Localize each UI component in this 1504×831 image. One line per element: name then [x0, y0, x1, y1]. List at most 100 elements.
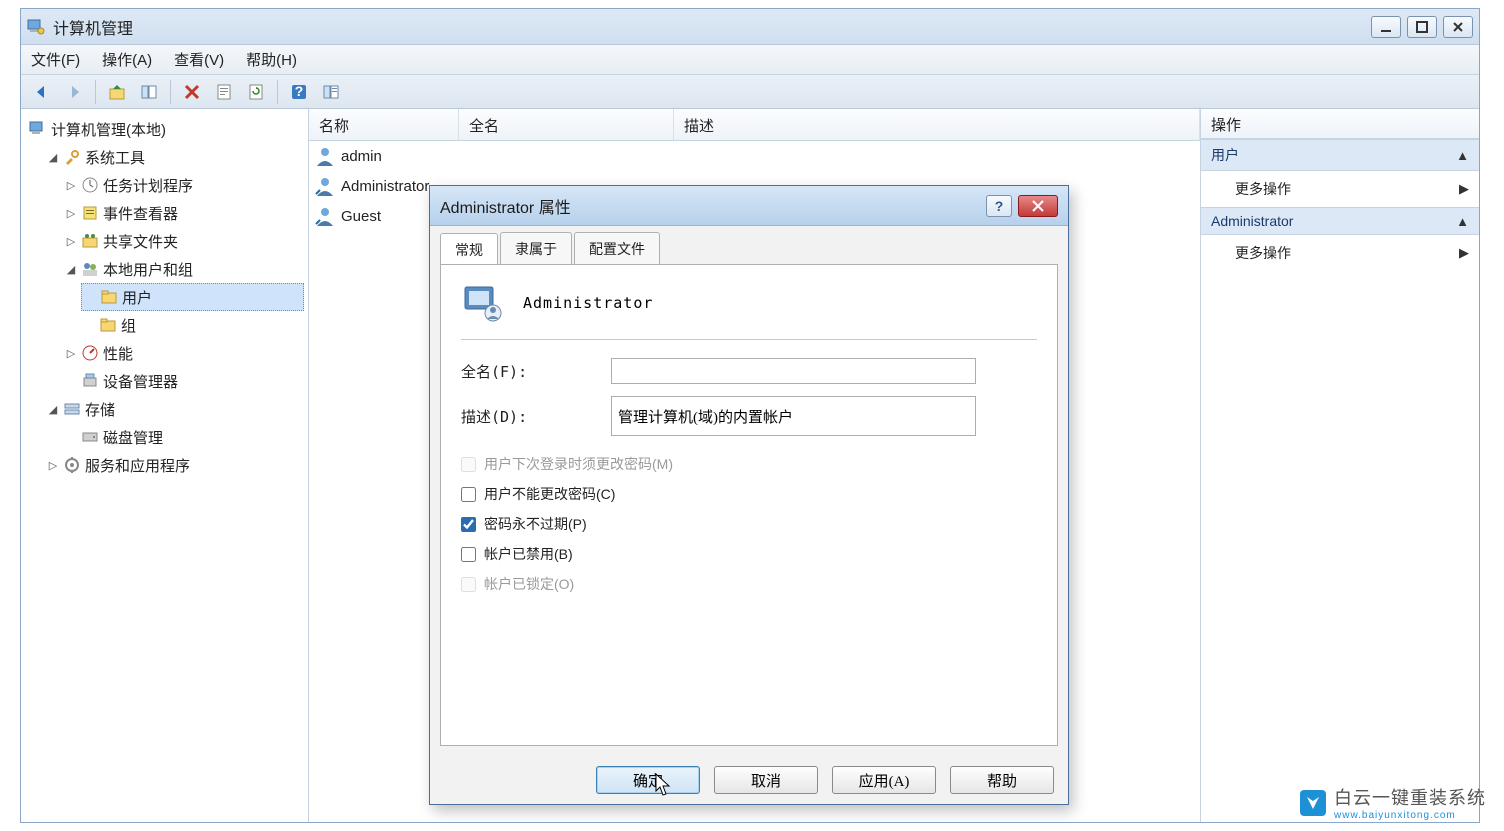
watermark-url: www.baiyunxitong.com [1334, 810, 1486, 821]
check-account-disabled[interactable]: 帐户已禁用(B) [461, 544, 1037, 564]
check-must-change-password: 用户下次登录时须更改密码(M) [461, 454, 1037, 474]
tree-performance[interactable]: ▷性能 [63, 339, 304, 367]
event-icon [81, 204, 99, 222]
col-fullname[interactable]: 全名 [459, 109, 674, 140]
folder-icon [100, 288, 118, 306]
tree-storage[interactable]: ◢存储 [45, 395, 304, 423]
user-large-icon [461, 281, 505, 325]
tab-profile[interactable]: 配置文件 [574, 232, 660, 264]
properties-button[interactable] [209, 78, 239, 106]
list-item[interactable]: admin [309, 141, 1200, 171]
storage-icon [63, 400, 81, 418]
collapse-icon: ▲ [1456, 148, 1469, 163]
up-button[interactable] [102, 78, 132, 106]
description-input[interactable] [611, 396, 976, 436]
history-back-hint [0, 26, 2, 56]
label-fullname: 全名(F): [461, 361, 611, 382]
device-icon [81, 372, 99, 390]
watermark-icon [1300, 790, 1326, 816]
users-icon [81, 260, 99, 278]
tab-memberof[interactable]: 隶属于 [500, 232, 572, 264]
help-button[interactable]: ? [284, 78, 314, 106]
dialog-close-button[interactable] [1018, 195, 1058, 217]
list-header: 名称 全名 描述 [309, 109, 1200, 141]
dialog-buttons: 确定 取消 应用(A) 帮助 [430, 756, 1068, 804]
user-icon [315, 176, 335, 196]
tree-root[interactable]: 计算机管理(本地) [27, 115, 304, 143]
export-list-button[interactable] [316, 78, 346, 106]
close-button[interactable] [1443, 16, 1473, 38]
check-cannot-change-password[interactable]: 用户不能更改密码(C) [461, 484, 1037, 504]
actions-more-administrator[interactable]: 更多操作▶ [1201, 235, 1479, 271]
user-icon [315, 146, 335, 166]
menu-file[interactable]: 文件(F) [31, 49, 80, 70]
delete-button[interactable] [177, 78, 207, 106]
col-desc[interactable]: 描述 [674, 109, 1200, 140]
chevron-right-icon: ▶ [1459, 245, 1469, 261]
actions-header: 操作 [1201, 109, 1479, 139]
col-name[interactable]: 名称 [309, 109, 459, 140]
menu-action[interactable]: 操作(A) [102, 49, 152, 70]
menubar: 文件(F) 操作(A) 查看(V) 帮助(H) [21, 45, 1479, 75]
dialog-help-button-bottom[interactable]: 帮助 [950, 766, 1054, 794]
properties-dialog: Administrator 属性 ? 常规 隶属于 配置文件 Administr… [429, 185, 1069, 805]
tabpage-general: Administrator 全名(F): 描述(D): 用户下次登录时须更改密码… [440, 264, 1058, 746]
chevron-right-icon: ▶ [1459, 181, 1469, 197]
collapse-icon: ▲ [1456, 214, 1469, 229]
fullname-input[interactable] [611, 358, 976, 384]
actions-group-users[interactable]: 用户▲ [1201, 139, 1479, 171]
minimize-button[interactable] [1371, 16, 1401, 38]
tabstrip: 常规 隶属于 配置文件 [430, 230, 1068, 264]
tree-disk-management[interactable]: 磁盘管理 [63, 423, 304, 451]
label-description: 描述(D): [461, 406, 611, 427]
apply-button[interactable]: 应用(A) [832, 766, 936, 794]
share-icon [81, 232, 99, 250]
dialog-titlebar: Administrator 属性 ? [430, 186, 1068, 226]
menu-view[interactable]: 查看(V) [174, 49, 224, 70]
tree-groups[interactable]: 组 [81, 311, 304, 339]
separator [461, 339, 1037, 340]
window-title: 计算机管理 [53, 15, 1371, 39]
perf-icon [81, 344, 99, 362]
user-icon [315, 206, 335, 226]
tree-shared-folders[interactable]: ▷共享文件夹 [63, 227, 304, 255]
dialog-title: Administrator 属性 [440, 194, 986, 218]
cancel-button[interactable]: 取消 [714, 766, 818, 794]
tree-local-users-groups[interactable]: ◢本地用户和组 [63, 255, 304, 283]
refresh-button[interactable] [241, 78, 271, 106]
check-account-locked: 帐户已锁定(O) [461, 574, 1037, 594]
check-password-never-expires[interactable]: 密码永不过期(P) [461, 514, 1037, 534]
services-icon [63, 456, 81, 474]
maximize-button[interactable] [1407, 16, 1437, 38]
tree-event-viewer[interactable]: ▷事件查看器 [63, 199, 304, 227]
watermark-text: 白云一键重装系统 [1334, 788, 1486, 808]
ok-button[interactable]: 确定 [596, 766, 700, 794]
tree-services[interactable]: ▷服务和应用程序 [45, 451, 304, 479]
dialog-help-button[interactable]: ? [986, 195, 1012, 217]
svg-text:?: ? [295, 83, 304, 99]
watermark: 白云一键重装系统 www.baiyunxitong.com [1300, 784, 1486, 821]
tools-icon [63, 148, 81, 166]
forward-button[interactable] [59, 78, 89, 106]
actions-group-administrator[interactable]: Administrator▲ [1201, 207, 1479, 235]
tree-task-scheduler[interactable]: ▷任务计划程序 [63, 171, 304, 199]
titlebar: 计算机管理 [21, 9, 1479, 45]
tree-system-tools[interactable]: ◢系统工具 [45, 143, 304, 171]
caption-buttons [1371, 16, 1473, 38]
tree-device-manager[interactable]: 设备管理器 [63, 367, 304, 395]
app-icon [27, 18, 45, 36]
tab-general[interactable]: 常规 [440, 233, 498, 265]
show-hide-tree-button[interactable] [134, 78, 164, 106]
actions-pane: 操作 用户▲ 更多操作▶ Administrator▲ 更多操作▶ [1201, 109, 1479, 822]
disk-icon [81, 428, 99, 446]
computer-icon [29, 120, 47, 138]
back-button[interactable] [27, 78, 57, 106]
console-tree[interactable]: 计算机管理(本地) ◢系统工具 ▷任务计划程序 ▷事件查看器 ▷共享文件夹 ◢本… [21, 109, 309, 822]
clock-icon [81, 176, 99, 194]
actions-more-users[interactable]: 更多操作▶ [1201, 171, 1479, 207]
toolbar: ? [21, 75, 1479, 109]
account-name: Administrator [523, 294, 653, 312]
menu-help[interactable]: 帮助(H) [246, 49, 297, 70]
tree-users[interactable]: 用户 [81, 283, 304, 311]
folder-icon [99, 316, 117, 334]
